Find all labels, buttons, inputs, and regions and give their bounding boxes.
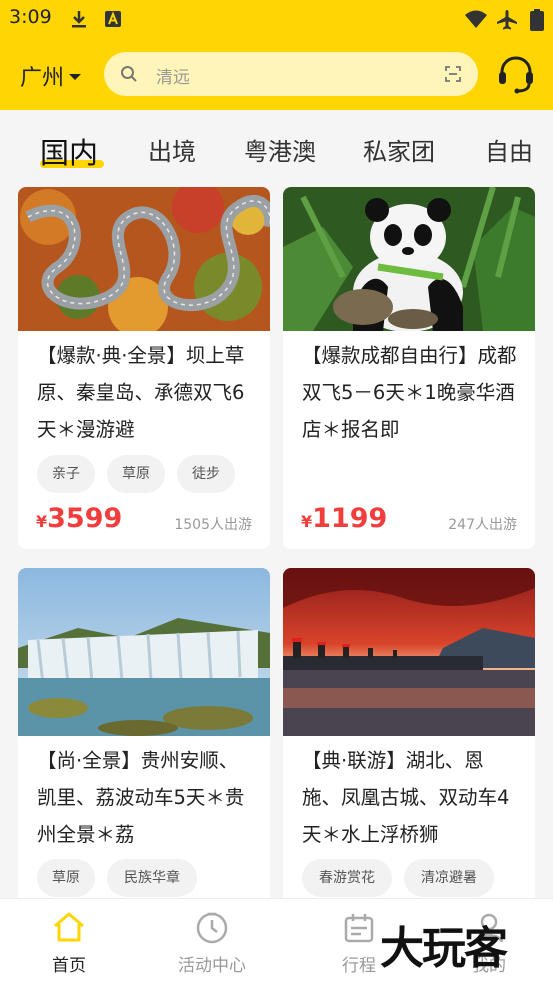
tab-domestic[interactable]: 国内 — [40, 130, 98, 172]
airplane-mode-icon — [497, 10, 517, 30]
nav-label: 首页 — [52, 956, 86, 976]
product-title: 【典·联游】湖北、恩施、凤凰古城、双动车4天＊水上浮桥狮 — [302, 749, 510, 846]
watermark: 大玩客 — [380, 923, 508, 974]
status-bar: 3:09 — [0, 0, 553, 38]
product-card[interactable]: 【尚·全景】贵州安顺、凯里、荔波动车5天＊贵州全景＊荔 草原 民族华章 — [18, 568, 270, 908]
product-title: 【爆款成都自由行】成都双飞5－6天＊1晚豪华酒店＊报名即 — [302, 344, 517, 441]
product-tag: 草原 — [37, 859, 95, 897]
customer-service-icon[interactable] — [496, 54, 536, 94]
product-tag: 亲子 — [37, 455, 95, 493]
product-card[interactable]: 【爆款·典·全景】坝上草原、秦皇岛、承德双飞6天＊漫游避 亲子 草原 徒步 ¥3… — [18, 187, 270, 549]
clock-icon — [196, 912, 228, 944]
tab-outbound[interactable]: 出境 — [148, 132, 196, 167]
wifi-icon — [465, 10, 487, 28]
product-card[interactable]: 【爆款成都自由行】成都双飞5－6天＊1晚豪华酒店＊报名即 ¥1199 247人出… — [283, 187, 535, 549]
sold-count: 247人出游 — [448, 517, 517, 533]
product-tag: 徒步 — [177, 455, 235, 493]
city-label: 广州 — [20, 66, 65, 91]
product-card[interactable]: 【典·联游】湖北、恩施、凤凰古城、双动车4天＊水上浮桥狮 春游赏花 清凉避暑 — [283, 568, 535, 908]
product-tag: 清凉避暑 — [404, 859, 494, 897]
calendar-icon — [344, 914, 374, 943]
product-title: 【爆款·典·全景】坝上草原、秦皇岛、承德双飞6天＊漫游避 — [37, 344, 245, 441]
tab-free-travel[interactable]: 自由 — [485, 132, 533, 167]
sold-count: 1505人出游 — [174, 517, 252, 533]
app-notification-icon — [105, 11, 121, 27]
tab-hk-macau[interactable]: 粤港澳 — [244, 132, 316, 167]
battery-icon — [530, 9, 544, 31]
status-time: 3:09 — [9, 6, 52, 28]
home-icon — [54, 912, 84, 942]
caret-down-icon — [69, 74, 82, 80]
nav-activity-center[interactable]: 活动中心 — [143, 899, 281, 983]
product-tag: 民族华章 — [107, 859, 197, 897]
product-image-mountain-road — [18, 187, 270, 331]
product-image-panda — [283, 187, 535, 331]
product-tag: 草原 — [107, 455, 165, 493]
nav-home[interactable]: 首页 — [0, 899, 138, 983]
download-icon — [72, 11, 86, 28]
product-tag: 春游赏花 — [302, 859, 392, 897]
product-image-sunset-bridge — [283, 568, 535, 736]
product-price: ¥3599 — [36, 503, 123, 534]
header: 广州 清远 — [0, 38, 553, 110]
city-selector[interactable]: 广州 — [20, 60, 82, 92]
product-price: ¥1199 — [301, 503, 388, 534]
search-input[interactable]: 清远 — [156, 63, 190, 88]
tab-private-tour[interactable]: 私家团 — [363, 132, 435, 167]
nav-label: 活动中心 — [178, 956, 246, 976]
scan-icon[interactable] — [444, 65, 462, 83]
search-bar[interactable]: 清远 — [104, 52, 478, 96]
search-icon — [121, 66, 137, 82]
product-title: 【尚·全景】贵州安顺、凯里、荔波动车5天＊贵州全景＊荔 — [37, 749, 245, 846]
product-image-waterfall — [18, 568, 270, 736]
category-tabs: 国内 出境 粤港澳 私家团 自由 — [0, 110, 553, 186]
